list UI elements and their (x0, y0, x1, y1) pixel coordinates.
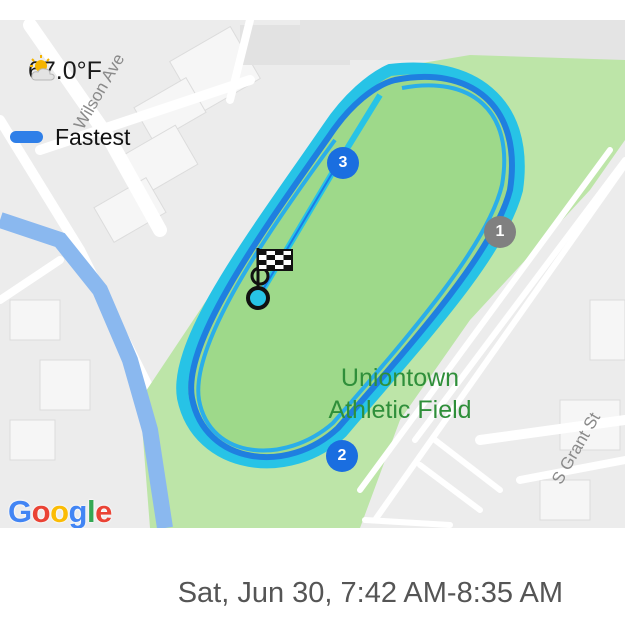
park-name-line1: Uniontown (340, 364, 460, 392)
weather-info: 67.0°F (28, 54, 102, 88)
partly-sunny-icon (30, 55, 55, 81)
park-label: Uniontown Athletic Field (300, 362, 500, 426)
legend-swatch-fastest (10, 131, 43, 143)
lap-marker-3[interactable]: 3 (327, 147, 359, 179)
activity-date-range: Sat, Jun 30, 7:42 AM-8:35 AM (177, 577, 563, 609)
top-bar (0, 0, 625, 21)
legend-label-fastest: Fastest (55, 123, 131, 150)
park-name-line2: Athletic Field (328, 396, 472, 424)
legend: Fastest (10, 123, 130, 151)
lap-marker-1[interactable]: 1 (484, 216, 516, 248)
route-map[interactable]: 1 2 3 Uniontown Athletic Field Wilson Av… (0, 20, 625, 528)
google-logo: Google (8, 494, 112, 528)
footer: Sat, Jun 30, 7:42 AM-8:35 AM (0, 528, 625, 628)
lap-marker-2[interactable]: 2 (326, 440, 358, 472)
